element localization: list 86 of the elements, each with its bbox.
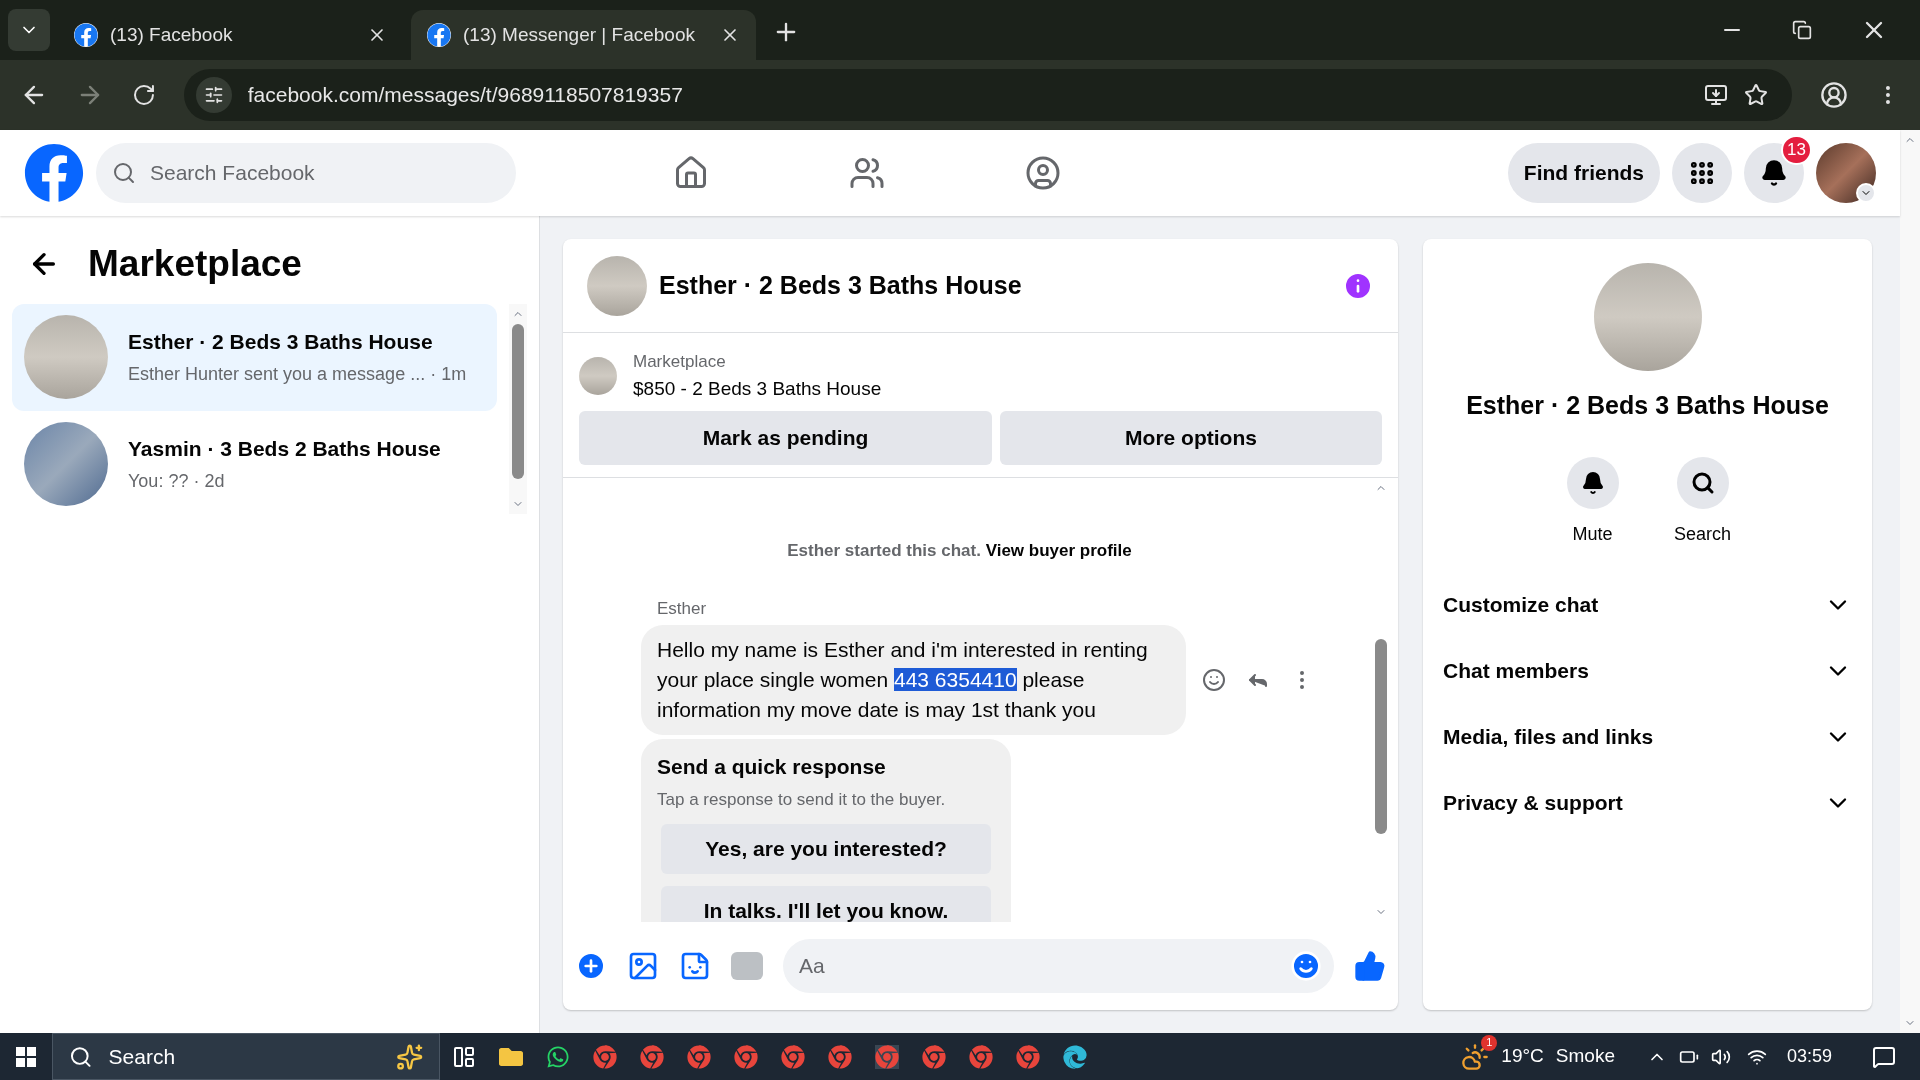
bookmark-star-icon[interactable] [1744, 83, 1769, 107]
bell-icon [1580, 470, 1605, 495]
listing-title: $850 - 2 Beds 3 Baths House [633, 376, 882, 401]
install-icon[interactable] [1704, 83, 1729, 107]
browser-icon[interactable] [734, 1044, 758, 1069]
photo-placeholder [579, 357, 617, 395]
chat-title: Esther · 2 Beds 3 Baths House [659, 269, 1023, 301]
bell-icon [1760, 159, 1788, 187]
volume-icon[interactable] [1710, 1046, 1731, 1067]
friends-icon[interactable] [848, 155, 885, 191]
conversation-item[interactable]: Esther · 2 Beds 3 Baths House Esther Hunter sent you a message ... · 1m [12, 303, 497, 411]
reload-icon[interactable] [131, 83, 156, 107]
avatar[interactable] [1816, 143, 1876, 203]
browser-tab[interactable]: (13) Facebook [58, 10, 403, 60]
sticker-icon[interactable] [679, 950, 711, 982]
quick-response-hint: Tap a response to send it to the buyer. [657, 788, 947, 811]
address-bar[interactable]: facebook.com/messages/t/9689118507819357 [183, 69, 1793, 121]
weather-condition: Smoke [1555, 1044, 1615, 1069]
facebook-icon [74, 23, 98, 47]
sparkle-icon [395, 1042, 423, 1071]
groups-icon[interactable] [1024, 155, 1061, 191]
browser-icon[interactable] [640, 1044, 664, 1069]
section-row[interactable]: Privacy & support [1443, 769, 1852, 836]
chat-start-note: Esther started this chat. View buyer profile [786, 540, 1133, 562]
temperature: 19°C [1501, 1044, 1544, 1069]
react-icon[interactable] [1202, 668, 1226, 692]
url-text: facebook.com/messages/t/9689118507819357 [247, 82, 684, 109]
quick-response-title: Send a quick response [657, 754, 887, 780]
facebook-icon [427, 23, 451, 47]
facebook-logo[interactable] [24, 143, 84, 203]
listing-button[interactable]: More options [1000, 411, 1382, 465]
sender-name: Esther [657, 597, 708, 620]
action-button[interactable]: Mute [1557, 456, 1628, 548]
search-input[interactable]: Search [108, 1040, 380, 1073]
contact-name: Esther · 2 Beds 3 Baths House [1466, 390, 1829, 421]
browser-icon[interactable] [969, 1044, 993, 1069]
browser-tab[interactable]: (13) Messenger | Facebook [411, 10, 756, 60]
message-input[interactable]: Aa [783, 939, 1334, 993]
conversation-title: Esther · 2 Beds 3 Baths House [128, 328, 434, 355]
browser-icon[interactable] [828, 1044, 852, 1069]
browser-icon[interactable] [875, 1044, 899, 1069]
tab-title: (13) Facebook [110, 22, 234, 47]
site-settings-icon[interactable] [203, 85, 224, 105]
scroll-thumb[interactable] [1375, 639, 1387, 834]
notifications-icon[interactable] [1872, 1044, 1896, 1069]
browser-icon[interactable] [1016, 1044, 1040, 1069]
message-bubble: Hello my name is Esther and i'm interested in renting your place single women 443 6354410 please information my move date is may 1st thank you [641, 625, 1186, 735]
section-row[interactable]: Media, files and links [1443, 703, 1852, 770]
restore-icon[interactable] [1792, 20, 1812, 40]
action-button[interactable]: Search [1667, 456, 1738, 548]
like-icon[interactable] [1354, 950, 1386, 982]
section-row[interactable]: Chat members [1443, 637, 1852, 704]
edge-browser-icon[interactable] [1063, 1044, 1087, 1069]
browser-icon[interactable] [922, 1044, 946, 1069]
search-icon [69, 1044, 93, 1069]
weather-badge: 1 [1481, 1034, 1498, 1051]
chat-app-icon[interactable] [546, 1044, 570, 1069]
notification-badge: 13 [1781, 135, 1812, 165]
quick-response-option[interactable]: Yes, are you interested? [661, 824, 991, 874]
search-field[interactable]: Search Facebook [96, 143, 516, 203]
clock: 03:59 [1786, 1045, 1832, 1068]
listing-button[interactable]: Mark as pending [579, 411, 992, 465]
task-view-icon[interactable] [452, 1044, 476, 1069]
section-row[interactable]: Customize chat [1443, 571, 1852, 638]
browser-icon[interactable] [687, 1044, 711, 1069]
profile-icon[interactable] [1820, 81, 1849, 109]
account-chevron-icon[interactable] [1856, 183, 1876, 203]
menu-button[interactable] [1672, 143, 1732, 203]
listing-label: Marketplace [633, 351, 727, 373]
emoji-icon[interactable] [1290, 950, 1322, 982]
taskbar-search[interactable]: Search [52, 1033, 440, 1080]
photo-icon[interactable] [627, 950, 659, 982]
conversation-preview: Esther Hunter sent you a message ... · 1m [128, 363, 467, 387]
scroll-thumb[interactable] [512, 323, 524, 479]
browser-icon[interactable] [593, 1044, 617, 1069]
browser-icon[interactable] [781, 1044, 805, 1069]
view-buyer-profile-link[interactable]: View buyer profile [985, 541, 1132, 560]
search-icon [112, 161, 136, 185]
conversation-title: Yasmin · 3 Beds 2 Baths House [128, 435, 441, 462]
find-friends-button[interactable]: Find friends [1507, 143, 1660, 203]
search-icon [1690, 470, 1715, 495]
conversation-preview: You: ?? · 2d [128, 470, 226, 494]
grid-icon [1688, 159, 1716, 187]
quick-response-option[interactable]: In talks. I'll let you know. [661, 886, 991, 922]
sidebar-title: Marketplace [88, 242, 302, 286]
tab-title: (13) Messenger | Facebook [463, 22, 696, 47]
